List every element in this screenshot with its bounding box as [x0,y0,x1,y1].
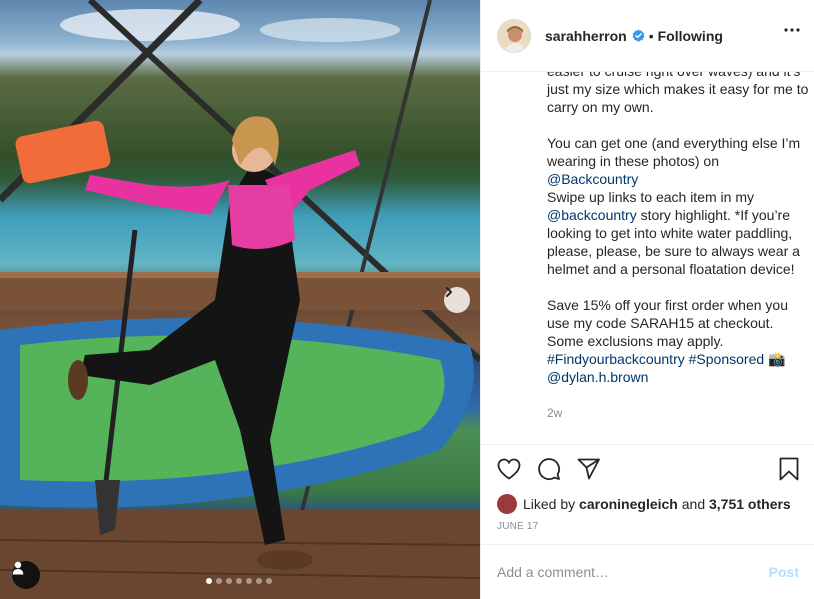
carousel-dot [226,578,232,584]
carousel-dot [246,578,252,584]
next-arrow-icon [446,287,452,297]
carousel-next-button[interactable] [444,287,470,313]
more-options-icon[interactable] [784,28,800,32]
mention-link[interactable]: @dylan.h.brown [547,369,648,385]
post-date[interactable]: JUNE 17 [481,521,814,532]
user-tag-icon [12,561,24,575]
caption-text-span: You can get one (and everything else I’m… [547,135,801,169]
likes-conjunction: and [681,496,706,512]
carousel-dot [236,578,242,584]
comment-input[interactable] [497,564,769,580]
caption-paragraph: Save 15% off your first order when you u… [547,296,809,386]
header-separator: • [648,27,654,44]
avatar-image [498,19,530,52]
mention-link[interactable]: @Backcountry [547,171,638,187]
carousel-indicator [206,578,272,584]
caption-text: easier to cruise right over waves) and i… [547,72,809,422]
post-detail-panel: sarahherron • Following easier to cruise… [480,0,814,599]
post-actions: Liked by caroninegleich and 3,751 others… [481,444,814,544]
carousel-dot [206,578,212,584]
caption-paragraph: You can get one (and everything else I’m… [547,134,809,278]
action-icon-row [481,445,814,493]
likes-summary: Liked by caroninegleich and 3,751 others [481,493,814,515]
post-comment-button[interactable]: Post [769,564,799,580]
photo-illustration [0,0,480,599]
caption-text-span: Swipe up links to each item in my [547,189,754,205]
comment-icon[interactable] [537,457,561,481]
mention-link[interactable]: @backcountry [547,207,637,223]
verified-badge-icon [632,29,645,42]
hashtag-link[interactable]: #Findyourbackcountry [547,351,685,367]
following-button[interactable]: Following [658,28,723,44]
carousel-dot [216,578,222,584]
caption-text-span: Save 15% off your first order when you u… [547,297,788,349]
carousel-dot [266,578,272,584]
likes-count[interactable]: 3,751 others [709,496,791,512]
share-icon[interactable] [577,458,601,480]
tagged-users-button[interactable] [12,561,40,589]
username[interactable]: sarahherron [545,28,627,44]
avatar[interactable] [497,18,531,53]
caption-timestamp[interactable]: 2w [547,404,809,422]
camera-emoji: 📸 [768,351,786,367]
caption-scroll-area[interactable]: easier to cruise right over waves) and i… [481,72,814,444]
bookmark-icon[interactable] [779,457,799,481]
liker-avatar[interactable] [497,494,517,514]
liker-username[interactable]: caroninegleich [579,496,678,512]
post-photo[interactable] [0,0,480,599]
carousel-dot [256,578,262,584]
post-header: sarahherron • Following [481,0,814,72]
hashtag-link[interactable]: #Sponsored [689,351,765,367]
heart-icon[interactable] [497,458,521,480]
likes-prefix: Liked by [523,496,576,512]
caption-paragraph: easier to cruise right over waves) and i… [547,72,809,115]
comment-form: Post [481,544,814,599]
